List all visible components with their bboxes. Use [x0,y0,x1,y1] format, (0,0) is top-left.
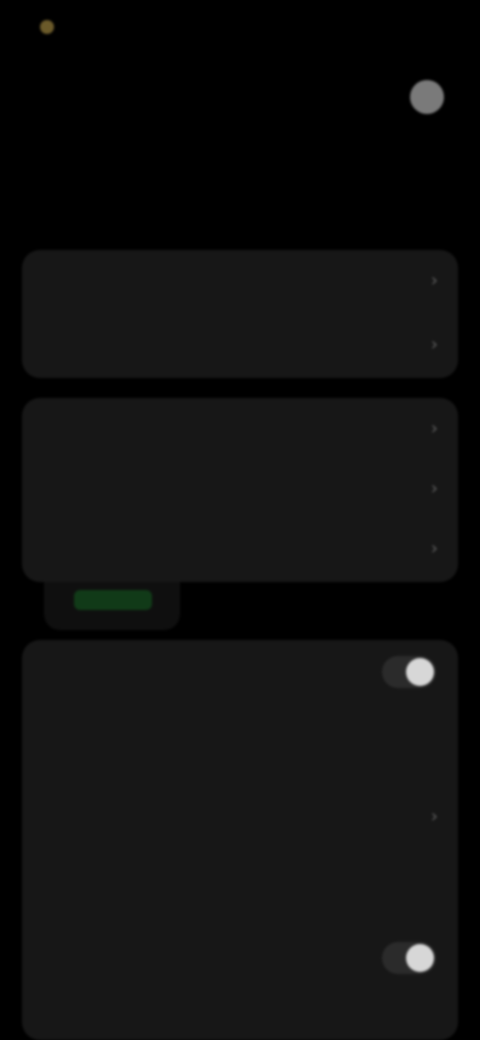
toggle-knob [406,944,434,972]
chevron-right-icon: › [430,270,438,291]
chevron-right-icon: › [430,806,438,827]
chevron-right-icon: › [430,538,438,559]
help-icon[interactable] [410,80,444,114]
advanced-row-2[interactable]: › [22,786,458,850]
advanced-toggle-1[interactable] [382,656,436,688]
preview-row-3[interactable]: › [22,518,458,582]
chevron-right-icon: › [430,334,438,355]
advanced-toggle-3[interactable] [382,942,436,974]
status-dot-icon [40,20,54,34]
display-row-1[interactable]: › [186,250,458,314]
advanced-row-3[interactable] [22,926,458,990]
chevron-right-icon: › [430,478,438,499]
preview-row-1[interactable]: › [22,398,458,462]
display-row-2[interactable]: › [186,314,458,378]
preview-accent-bar [74,590,152,610]
preview-row-2[interactable]: › [22,458,458,522]
display-card: › › [22,250,458,630]
advanced-card: › [22,640,458,1040]
chevron-right-icon: › [430,418,438,439]
toggle-knob [406,658,434,686]
preview-settings-card: › › › [22,398,458,582]
status-bar [0,0,480,56]
advanced-row-1[interactable] [22,640,458,704]
